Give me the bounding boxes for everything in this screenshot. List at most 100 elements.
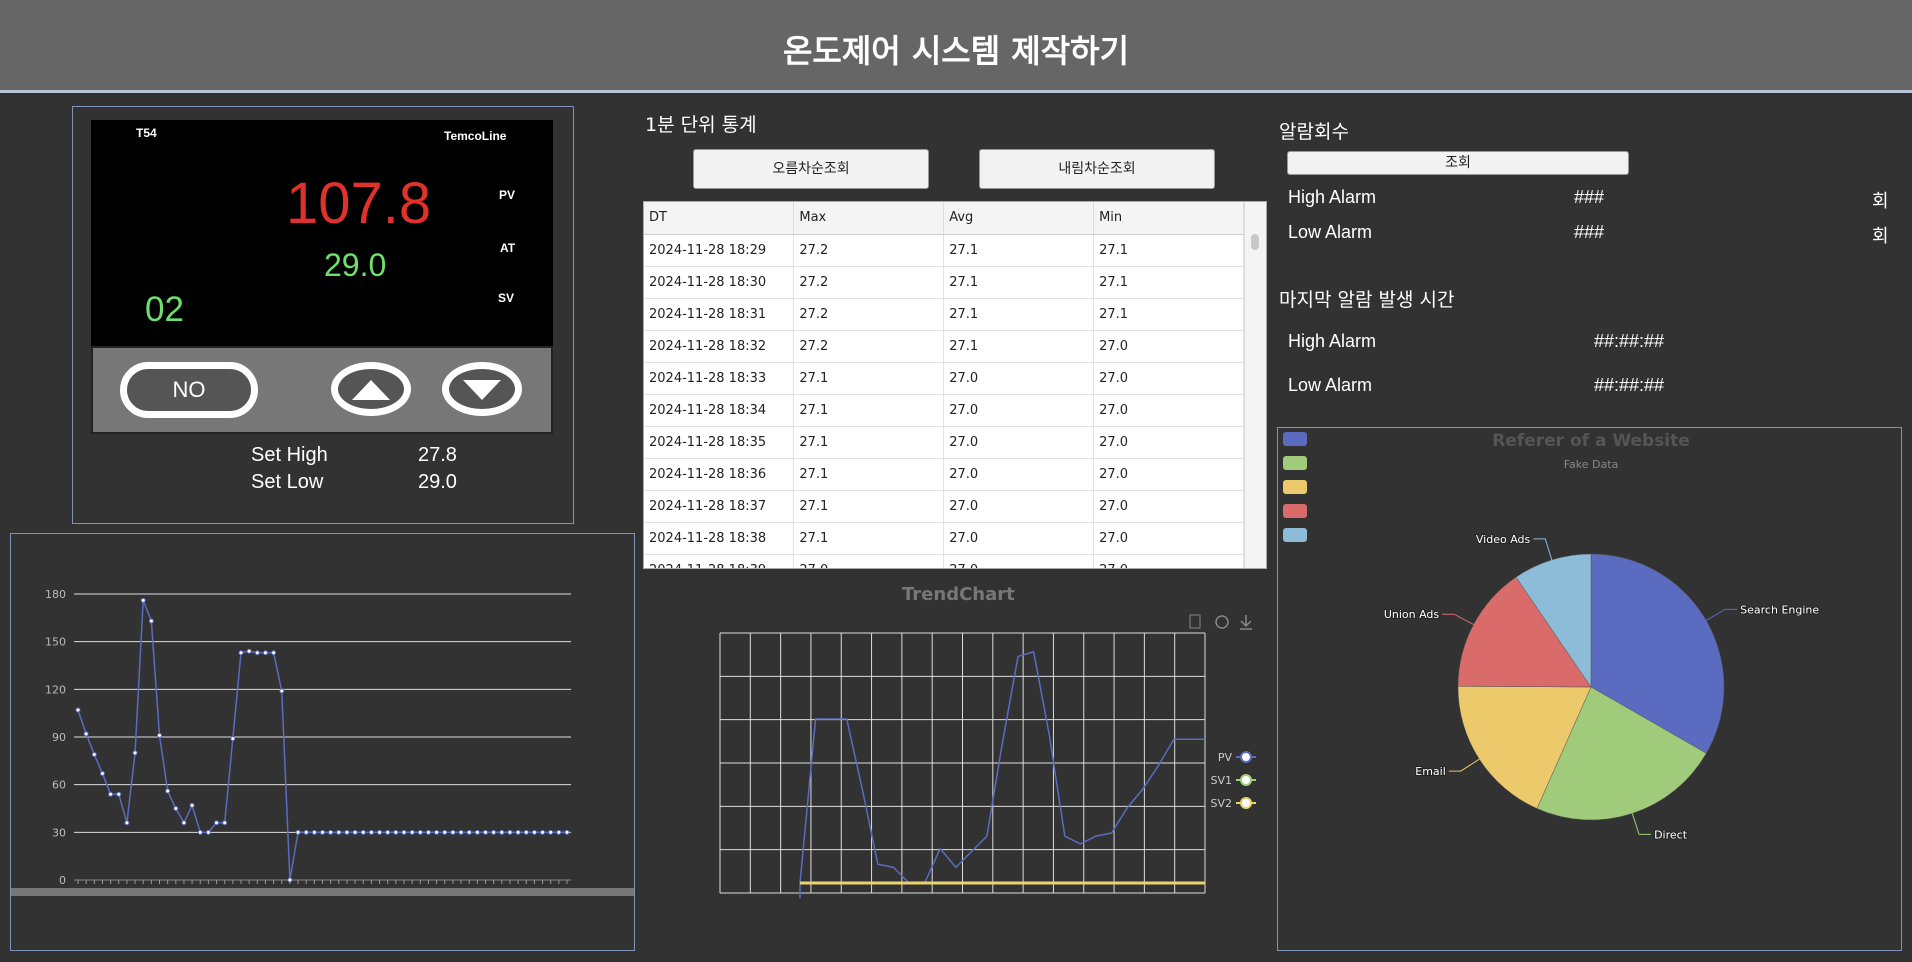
header-bar: 온도제어 시스템 제작하기 [0,0,1912,93]
sort-desc-button[interactable]: 내림차순조회 [979,149,1215,189]
high-alarm-time-label: High Alarm [1288,331,1377,351]
trend-chart-title: TrendChart [902,584,1015,605]
data-point [181,820,187,826]
column-header-min[interactable]: Min [1093,202,1244,235]
set-low-label: Set Low [251,471,324,493]
table-row[interactable]: 2024-11-28 18:31 27.2 27.1 27.1 [644,298,1244,331]
data-point [83,731,89,737]
cell-max: 27.2 [793,234,945,267]
data-point [271,650,277,656]
data-point [262,650,268,656]
table-row[interactable]: 2024-11-28 18:33 27.1 27.0 27.0 [644,362,1244,395]
low-alarm-label: Low Alarm [1288,222,1373,242]
cell-max: 27.2 [793,266,945,299]
set-low-value: 29.0 [418,471,457,493]
data-point [515,829,521,835]
legend-swatch [1283,480,1307,494]
data-point [197,829,203,835]
cell-dt: 2024-11-28 18:39 [644,554,795,568]
data-point [279,688,285,694]
sv-value: 02 [145,290,184,329]
data-point [132,750,138,756]
pie-slice-label: Video Ads [1476,533,1531,546]
set-high-label: Set High [251,444,328,466]
pie-slice-label: Union Ads [1384,608,1440,621]
cell-dt: 2024-11-28 18:32 [644,330,795,363]
referer-pie-chart: Referer of a Website Fake Data Search Engi… [1283,431,1820,842]
pie-label-line [1533,538,1553,561]
table-row[interactable]: 2024-11-28 18:29 27.2 27.1 27.1 [644,234,1244,267]
stats-title: 1분 단위 통계 [645,114,757,136]
data-point [393,829,399,835]
data-point [531,829,537,835]
column-header-max[interactable]: Max [793,202,945,235]
high-alarm-time: ##:##:## [1594,331,1665,351]
low-alarm-count: ### [1574,222,1605,242]
y-tick-label: 150 [45,636,66,649]
table-row[interactable]: 2024-11-28 18:36 27.1 27.0 27.0 [644,458,1244,491]
data-point [344,829,350,835]
controller-model: T54 [136,126,157,140]
data-point [148,618,154,624]
table-row[interactable]: 2024-11-28 18:30 27.2 27.1 27.1 [644,266,1244,299]
cell-min: 27.0 [1093,426,1244,459]
data-point [450,829,456,835]
legend-swatch [1283,432,1307,446]
cell-avg: 27.0 [943,490,1095,523]
up-button[interactable] [331,362,411,416]
data-point [425,829,431,835]
high-alarm-label: High Alarm [1288,187,1377,207]
data-point [246,648,252,654]
cell-avg: 27.1 [943,330,1095,363]
at-value: 29.0 [324,247,387,283]
cell-dt: 2024-11-28 18:31 [644,298,795,331]
high-alarm-unit: 회 [1872,191,1889,211]
legend-label: SV1 [1210,774,1232,787]
data-point [230,736,236,742]
cell-max: 27.1 [793,362,945,395]
down-button[interactable] [442,362,522,416]
cell-max: 27.1 [793,458,945,491]
sort-asc-button[interactable]: 오름차순조회 [693,149,929,189]
data-point [254,650,260,656]
table-row[interactable]: 2024-11-28 18:3927.027.027.0 [644,554,1244,568]
high-alarm-count: ### [1574,187,1605,207]
pie-title: Referer of a Website [1492,431,1690,451]
data-point [205,829,211,835]
data-point [116,791,122,797]
y-tick-label: 90 [52,731,66,744]
cell-avg: 27.0 [943,458,1095,491]
pie-slice-label: Email [1415,765,1446,778]
last-alarm-title: 마지막 알람 발생 시간 [1279,289,1455,311]
data-point [328,829,334,835]
y-tick-label: 0 [59,874,66,887]
table-row[interactable]: 2024-11-28 18:37 27.1 27.0 27.0 [644,490,1244,523]
table-row[interactable]: 2024-11-28 18:38 27.1 27.0 27.0 [644,522,1244,555]
alarm-count-title: 알람회수 [1279,121,1349,143]
table-scrollbar[interactable] [1244,202,1266,568]
data-point [491,829,497,835]
column-header-dt[interactable]: DT [644,202,795,235]
column-header-avg[interactable]: Avg [943,202,1095,235]
pie-label-line [1631,813,1652,835]
cell-dt: 2024-11-28 18:37 [644,490,795,523]
no-button[interactable]: NO [120,362,258,418]
cell-dt: 2024-11-28 18:38 [644,522,795,555]
cell-dt: 2024-11-28 18:33 [644,362,795,395]
data-point [548,829,554,835]
table-row[interactable]: 2024-11-28 18:35 27.1 27.0 27.0 [644,426,1244,459]
data-point [483,829,488,835]
y-tick-label: 30 [52,826,66,839]
table-row[interactable]: 2024-11-28 18:34 27.1 27.0 27.0 [644,394,1244,427]
data-point [287,877,293,883]
cell-min: 27.0 [1093,330,1244,363]
alarm-query-button[interactable]: 조회 [1287,151,1629,175]
low-alarm-unit: 회 [1872,226,1889,246]
scrollbar-thumb[interactable] [1251,234,1259,250]
data-point [336,829,342,835]
data-point [222,820,228,826]
cell-min: 27.0 [1093,490,1244,523]
table-row[interactable]: 2024-11-28 18:32 27.2 27.1 27.0 [644,330,1244,363]
cell-min: 27.0 [1093,458,1244,491]
data-point [434,829,440,835]
